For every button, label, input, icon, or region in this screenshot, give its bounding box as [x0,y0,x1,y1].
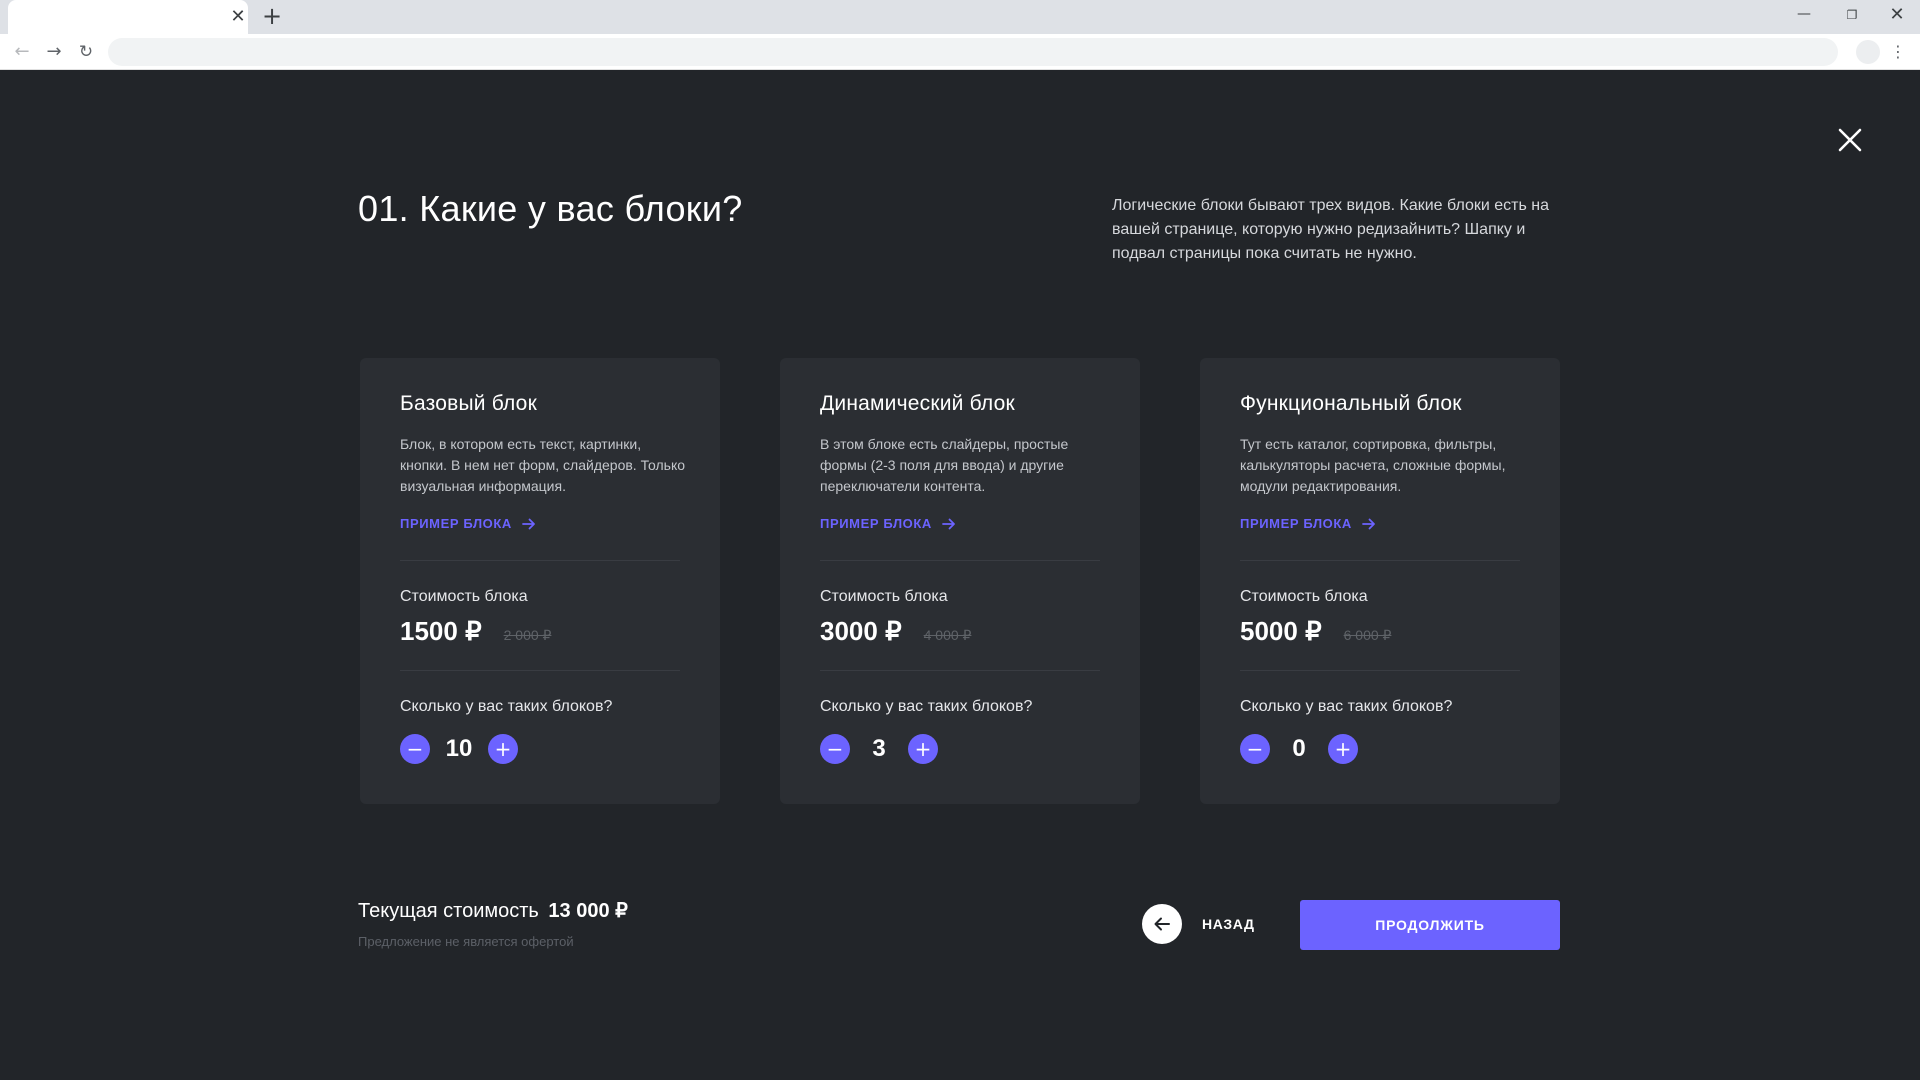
page-title: 01. Какие у вас блоки? [358,188,743,229]
new-tab-icon[interactable]: + [260,4,284,29]
example-link[interactable]: ПРИМЕР БЛОКА [820,516,956,531]
arrow-right-icon [522,518,535,529]
divider [400,560,680,561]
forward-arrow-icon[interactable]: → [42,40,66,64]
old-price: 6 000 ₽ [1343,627,1392,643]
browser-toolbar: ← → ↻ ⋮ [0,34,1920,70]
quantity-value: 10 [445,735,473,762]
card-title: Динамический блок [820,392,1015,415]
arrow-right-icon [1362,518,1375,529]
maximize-icon[interactable]: ❐ [1838,3,1866,27]
old-price: 2 000 ₽ [503,627,552,643]
quantity-label: Сколько у вас таких блоков? [1240,698,1453,715]
back-label: НАЗАД [1202,916,1255,932]
total-value: 13 000 ₽ [548,900,628,922]
divider [820,670,1100,671]
example-link[interactable]: ПРИМЕР БЛОКА [400,516,536,531]
card-title: Базовый блок [400,392,537,415]
old-price: 4 000 ₽ [923,627,972,643]
card-description: Тут есть каталог, сортировка, фильтры, к… [1240,436,1506,494]
continue-button[interactable]: ПРОДОЛЖИТЬ [1300,900,1560,950]
minimize-icon[interactable]: — [1790,3,1818,27]
back-button[interactable]: НАЗАД [1142,904,1255,944]
quantity-stepper: − 10 + [400,734,518,764]
tab-strip: ✕ + — ❐ ✕ [0,0,1920,34]
increment-button[interactable]: + [488,734,518,764]
block-card-functional: Функциональный блок Тут есть каталог, со… [1200,358,1560,804]
window-close-icon[interactable]: ✕ [1883,3,1911,27]
increment-button[interactable]: + [1328,734,1358,764]
example-link-label: ПРИМЕР БЛОКА [400,516,512,531]
card-description: В этом блоке есть слайдеры, простые форм… [820,436,1069,494]
price-row: 3000 ₽ 4 000 ₽ [820,616,971,647]
profile-avatar[interactable] [1856,40,1880,64]
calculator-page: 01. Какие у вас блоки? Логические блоки … [0,70,1920,1080]
quantity-stepper: − 0 + [1240,734,1358,764]
cost-label: Стоимость блока [400,588,528,605]
cost-label: Стоимость блока [1240,588,1368,605]
price-row: 1500 ₽ 2 000 ₽ [400,616,551,647]
example-link-label: ПРИМЕР БЛОКА [820,516,932,531]
price: 3000 ₽ [820,616,902,646]
divider [400,670,680,671]
card-description: Блок, в котором есть текст, картинки, кн… [400,436,686,494]
decrement-button[interactable]: − [400,734,430,764]
increment-button[interactable]: + [908,734,938,764]
close-icon[interactable] [1836,126,1864,154]
intro-text: Логические блоки бывают трех видов. Каки… [1112,197,1549,262]
browser-tab[interactable]: ✕ [8,0,248,34]
example-link[interactable]: ПРИМЕР БЛОКА [1240,516,1376,531]
disclaimer-text: Предложение не является офертой [358,934,574,949]
back-arrow-icon[interactable]: ← [10,40,34,64]
arrow-left-icon [1154,917,1170,931]
quantity-stepper: − 3 + [820,734,938,764]
divider [1240,560,1520,561]
block-card-dynamic: Динамический блок В этом блоке есть слай… [780,358,1140,804]
back-arrow-circle[interactable] [1142,904,1182,944]
price: 5000 ₽ [1240,616,1322,646]
quantity-label: Сколько у вас таких блоков? [820,698,1033,715]
address-bar[interactable] [108,38,1838,66]
example-link-label: ПРИМЕР БЛОКА [1240,516,1352,531]
quantity-value: 3 [872,735,886,762]
browser-chrome: ✕ + — ❐ ✕ ← → ↻ ⋮ [0,0,1920,70]
quantity-value: 0 [1292,735,1306,762]
block-card-basic: Базовый блок Блок, в котором есть текст,… [360,358,720,804]
divider [820,560,1100,561]
menu-dots-icon[interactable]: ⋮ [1886,40,1910,64]
card-title: Функциональный блок [1240,392,1462,415]
price: 1500 ₽ [400,616,482,646]
decrement-button[interactable]: − [1240,734,1270,764]
reload-icon[interactable]: ↻ [74,40,98,64]
price-row: 5000 ₽ 6 000 ₽ [1240,616,1391,647]
cost-label: Стоимость блока [820,588,948,605]
tab-close-icon[interactable]: ✕ [228,7,248,27]
divider [1240,670,1520,671]
quantity-label: Сколько у вас таких блоков? [400,698,613,715]
arrow-right-icon [942,518,955,529]
decrement-button[interactable]: − [820,734,850,764]
current-total: Текущая стоимость 13 000 ₽ [358,898,628,923]
total-label: Текущая стоимость [358,900,539,922]
